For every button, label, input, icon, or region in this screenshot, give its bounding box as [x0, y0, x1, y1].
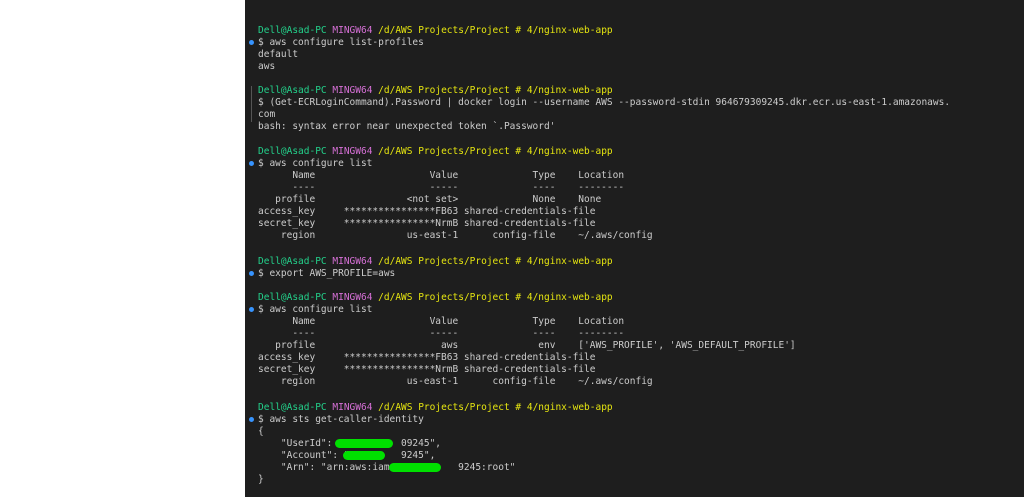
prompt-user-host: Dell@Asad-PC	[258, 146, 327, 157]
prompt-user-host: Dell@Asad-PC	[258, 402, 327, 413]
prompt-cwd: /d/AWS Projects/Project # 4/nginx-web-ap…	[378, 146, 613, 157]
prompt-user-host: Dell@Asad-PC	[258, 256, 327, 267]
command-text: $ aws configure list-profiles	[258, 37, 424, 48]
command-text: $ export AWS_PROFILE=aws	[258, 268, 396, 279]
prompt-shell: MINGW64	[332, 402, 373, 413]
command-status-icon[interactable]	[249, 161, 254, 166]
prompt-shell: MINGW64	[332, 146, 373, 157]
command-line: $ aws configure list	[245, 158, 372, 170]
command-line: $ aws configure list-profiles	[245, 37, 424, 49]
prompt-shell: MINGW64	[332, 85, 373, 96]
command-text: $ (Get-ECRLoginCommand).Password | docke…	[258, 97, 951, 108]
command-line: $ (Get-ECRLoginCommand).Password | docke…	[245, 97, 950, 109]
prompt-shell: MINGW64	[332, 292, 373, 303]
prompt-line: Dell@Asad-PC MINGW64 /d/AWS Projects/Pro…	[245, 402, 613, 414]
redaction-mark	[343, 451, 385, 460]
prompt-user-host: Dell@Asad-PC	[258, 292, 327, 303]
command-text: $ aws configure list	[258, 304, 373, 315]
prompt-line: Dell@Asad-PC MINGW64 /d/AWS Projects/Pro…	[245, 292, 613, 304]
command-status-icon[interactable]	[249, 417, 254, 422]
prompt-line: Dell@Asad-PC MINGW64 /d/AWS Projects/Pro…	[245, 85, 613, 97]
command-line: $ export AWS_PROFILE=aws	[245, 268, 395, 280]
prompt-line: Dell@Asad-PC MINGW64 /d/AWS Projects/Pro…	[245, 25, 613, 37]
redaction-mark	[389, 463, 441, 472]
prompt-user-host: Dell@Asad-PC	[258, 85, 327, 96]
command-status-icon[interactable]	[249, 307, 254, 312]
redaction-mark	[335, 439, 393, 448]
prompt-shell: MINGW64	[332, 25, 373, 36]
prompt-shell: MINGW64	[332, 256, 373, 267]
prompt-line: Dell@Asad-PC MINGW64 /d/AWS Projects/Pro…	[245, 256, 613, 268]
prompt-cwd: /d/AWS Projects/Project # 4/nginx-web-ap…	[378, 85, 613, 96]
command-status-icon[interactable]	[249, 271, 254, 276]
terminal-panel[interactable]: Dell@Asad-PC MINGW64 /d/AWS Projects/Pro…	[245, 0, 1024, 497]
prompt-line: Dell@Asad-PC MINGW64 /d/AWS Projects/Pro…	[245, 146, 613, 158]
command-line: $ aws configure list	[245, 304, 372, 316]
command-line: $ aws sts get-caller-identity	[245, 414, 424, 426]
prompt-cwd: /d/AWS Projects/Project # 4/nginx-web-ap…	[378, 25, 613, 36]
command-text: $ aws sts get-caller-identity	[258, 414, 424, 425]
prompt-cwd: /d/AWS Projects/Project # 4/nginx-web-ap…	[378, 292, 613, 303]
prompt-cwd: /d/AWS Projects/Project # 4/nginx-web-ap…	[378, 402, 613, 413]
command-status-icon[interactable]	[249, 40, 254, 45]
prompt-cwd: /d/AWS Projects/Project # 4/nginx-web-ap…	[378, 256, 613, 267]
prompt-user-host: Dell@Asad-PC	[258, 25, 327, 36]
command-text: $ aws configure list	[258, 158, 373, 169]
